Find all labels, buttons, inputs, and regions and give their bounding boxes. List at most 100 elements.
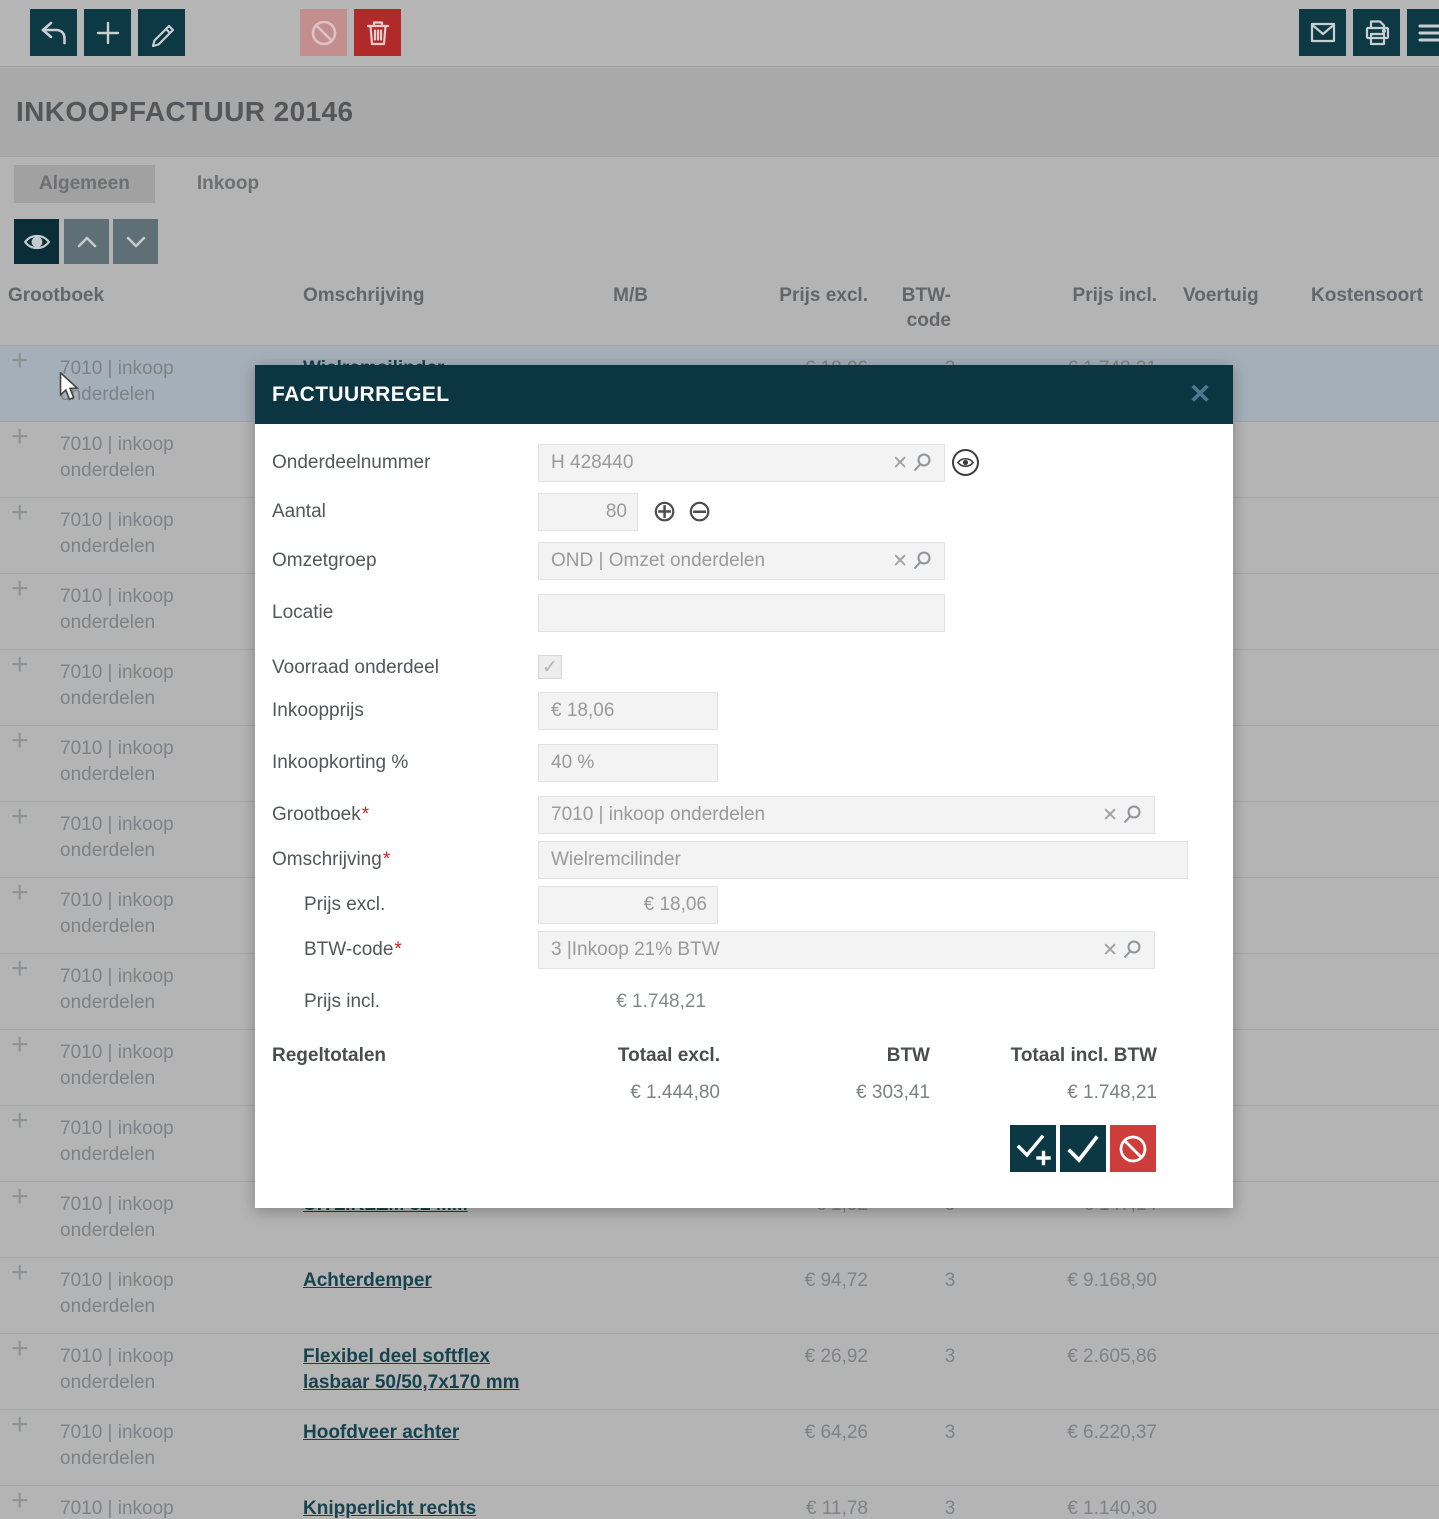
prijs-incl-cell: € 6.220,37 (1031, 1420, 1157, 1446)
expand-row-icon[interactable]: + (11, 1032, 29, 1058)
table-row[interactable]: + 7010 | inkoop onderdelen Hoofdveer ach… (0, 1409, 1439, 1485)
delete-button[interactable] (354, 9, 401, 56)
inkoopprijs-input[interactable]: € 18,06 (538, 692, 718, 730)
onderdeelnummer-label: Onderdeelnummer (272, 444, 430, 482)
grootboek-cell: 7010 | inkoop onderdelen (60, 660, 220, 712)
omschrijving-link[interactable]: Hoofdveer achter (303, 1420, 543, 1446)
expand-row-icon[interactable]: + (11, 1488, 29, 1514)
prijs-excl-cell: € 11,78 (742, 1496, 868, 1519)
aantal-input[interactable]: 80 (538, 493, 638, 531)
prijs-excl-input[interactable]: € 18,06 (538, 886, 718, 924)
grootboek-cell: 7010 | inkoop onderdelen (60, 1268, 220, 1320)
search-icon[interactable] (910, 451, 934, 475)
expand-row-icon[interactable]: + (11, 1412, 29, 1438)
locatie-input[interactable] (538, 594, 945, 632)
btw-code-cell: 3 (926, 1496, 974, 1519)
expand-row-icon[interactable]: + (11, 576, 29, 602)
grootboek-cell: 7010 | inkoop onderdelen (60, 1420, 220, 1472)
page-title: INKOOPFACTUUR 20146 (0, 68, 1439, 128)
checkmark-icon: ✓ (542, 656, 558, 679)
btw-code-input[interactable]: 3 |Inkoop 21% BTW ✕ (538, 931, 1155, 969)
grootboek-cell: 7010 | inkoop onderdelen (60, 432, 220, 484)
omschrijving-input[interactable]: Wielremcilinder (538, 841, 1188, 879)
expand-row-icon[interactable]: + (11, 956, 29, 982)
expand-row-icon[interactable]: + (11, 804, 29, 830)
tab-algemeen[interactable]: Algemeen (14, 165, 155, 203)
printer-icon (1361, 17, 1393, 49)
mail-button[interactable] (1299, 9, 1346, 56)
prijs-excl-cell: € 94,72 (742, 1268, 868, 1294)
grootboek-cell: 7010 | inkoop onderdelen (60, 1192, 220, 1244)
save-and-new-button[interactable] (1010, 1125, 1056, 1172)
grootboek-cell: 7010 | inkoop onderdelen (60, 1116, 220, 1168)
clear-icon[interactable]: ✕ (892, 452, 908, 475)
expand-row-icon[interactable]: + (11, 728, 29, 754)
grootboek-input[interactable]: 7010 | inkoop onderdelen ✕ (538, 796, 1155, 834)
eye-circle-icon (950, 447, 981, 478)
check-icon (1066, 1132, 1100, 1166)
grootboek-cell: 7010 | inkoop onderdelen (60, 584, 220, 636)
clear-icon[interactable]: ✕ (1102, 804, 1118, 827)
grootboek-cell: 7010 | inkoop onderdelen (60, 1040, 220, 1092)
deactivate-button[interactable] (300, 9, 347, 56)
expand-row-icon[interactable]: + (11, 424, 29, 450)
table-row[interactable]: + 7010 | inkoop onderdelen Knipperlicht … (0, 1485, 1439, 1519)
title-band: INKOOPFACTUUR 20146 (0, 68, 1439, 157)
prijs-excl-cell: € 64,26 (742, 1420, 868, 1446)
move-down-button[interactable] (113, 219, 158, 264)
undo-button[interactable] (30, 9, 77, 56)
table-row[interactable]: + 7010 | inkoop onderdelen Flexibel deel… (0, 1333, 1439, 1409)
search-icon[interactable] (1120, 803, 1144, 827)
grootboek-cell: 7010 | inkoop onderdelen (60, 508, 220, 560)
expand-row-icon[interactable]: + (11, 652, 29, 678)
table-row[interactable]: + 7010 | inkoop onderdelen Achterdemper … (0, 1257, 1439, 1333)
print-button[interactable] (1353, 9, 1400, 56)
expand-row-icon[interactable]: + (11, 1260, 29, 1286)
onderdeelnummer-input[interactable]: H 428440 ✕ (538, 444, 945, 482)
expand-row-icon[interactable]: + (11, 1336, 29, 1362)
decrement-icon[interactable]: ⊖ (687, 493, 712, 531)
save-button[interactable] (1060, 1125, 1106, 1172)
close-button[interactable]: ✕ (1185, 379, 1215, 409)
totaal-excl-header: Totaal excl. (538, 1044, 720, 1068)
btw-value: € 303,41 (815, 1081, 930, 1105)
locatie-label: Locatie (272, 594, 333, 632)
edit-button[interactable] (138, 9, 185, 56)
omschrijving-link[interactable]: Flexibel deel softflex lasbaar 50/50,7x1… (303, 1344, 543, 1396)
column-header-btw-code: BTW-code (891, 283, 951, 333)
prijs-incl-label: Prijs incl. (304, 983, 380, 1021)
column-header-omschrijving: Omschrijving (303, 283, 424, 308)
inkoopkorting-label: Inkoopkorting % (272, 744, 408, 782)
column-header-mb: M/B (596, 283, 648, 308)
omschrijving-link[interactable]: Achterdemper (303, 1268, 543, 1294)
expand-row-icon[interactable]: + (11, 500, 29, 526)
btw-code-cell: 3 (926, 1268, 974, 1294)
totaal-excl-value: € 1.444,80 (538, 1081, 720, 1105)
omzetgroep-input[interactable]: OND | Omzet onderdelen ✕ (538, 542, 945, 580)
increment-icon[interactable]: ⊕ (652, 493, 677, 531)
expand-row-icon[interactable]: + (11, 1108, 29, 1134)
btw-header: BTW (815, 1044, 930, 1068)
grootboek-cell: 7010 | inkoop onderdelen (60, 1496, 220, 1519)
grootboek-cell: 7010 | inkoop onderdelen (60, 888, 220, 940)
cancel-button[interactable] (1110, 1125, 1156, 1172)
expand-row-icon[interactable]: + (11, 1184, 29, 1210)
menu-button[interactable] (1407, 9, 1439, 56)
tab-inkoop[interactable]: Inkoop (172, 165, 284, 203)
search-icon[interactable] (1120, 938, 1144, 962)
regeltotalen-label: Regeltotalen (272, 1044, 386, 1068)
clear-icon[interactable]: ✕ (1102, 939, 1118, 962)
add-button[interactable] (84, 9, 131, 56)
expand-row-icon[interactable]: + (11, 880, 29, 906)
column-header-prijs-excl: Prijs excl. (742, 283, 868, 308)
inkoopkorting-input[interactable]: 40 % (538, 744, 718, 782)
view-button[interactable] (14, 219, 59, 264)
omschrijving-link[interactable]: Knipperlicht rechts (303, 1496, 543, 1519)
voorraad-checkbox[interactable]: ✓ (538, 655, 562, 679)
expand-row-icon[interactable]: + (11, 348, 29, 374)
search-icon[interactable] (910, 549, 934, 573)
preview-part-button[interactable] (950, 447, 981, 478)
factuurregel-modal: FACTUURREGEL ✕ Onderdeelnummer H 428440 … (255, 365, 1233, 1208)
clear-icon[interactable]: ✕ (892, 550, 908, 573)
move-up-button[interactable] (64, 219, 109, 264)
